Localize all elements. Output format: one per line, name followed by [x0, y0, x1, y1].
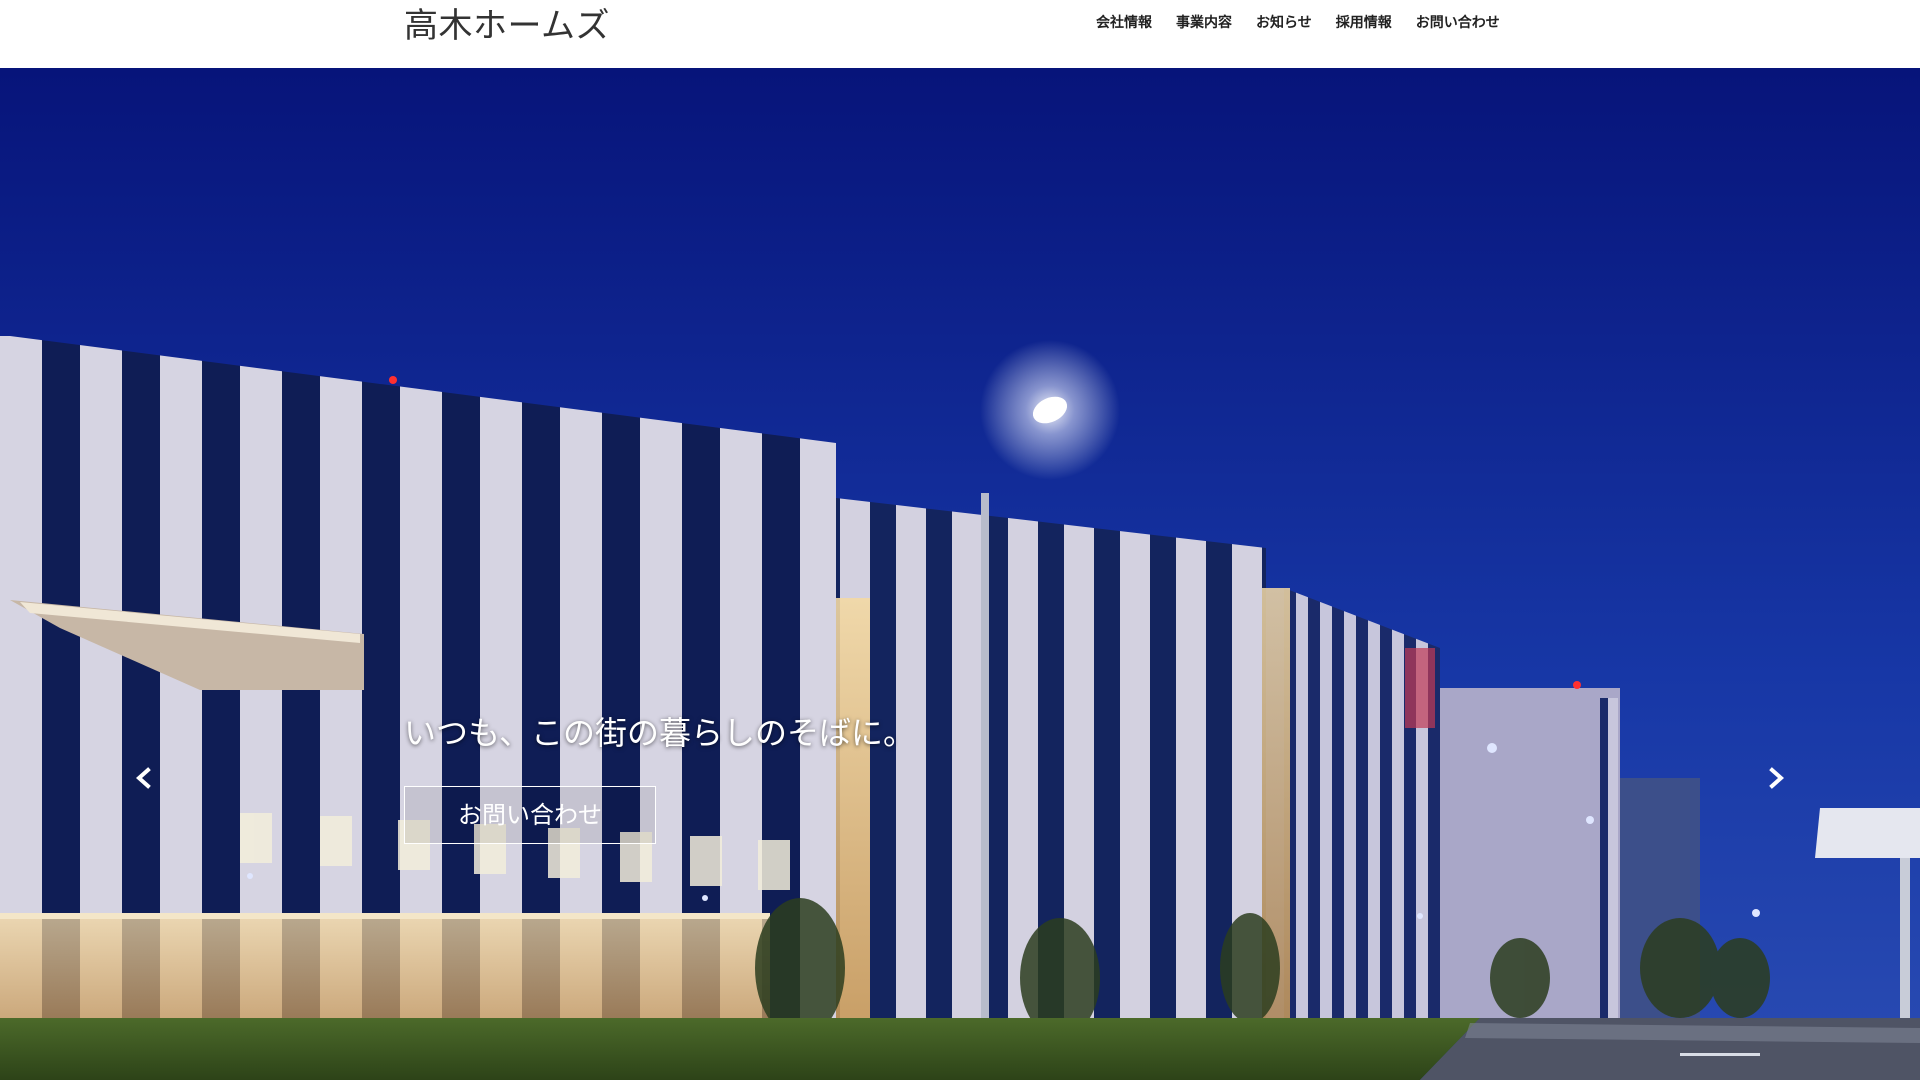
- hero-headline: いつも、この街の暮らしのそばに。: [404, 714, 916, 752]
- chevron-right-icon: [1769, 767, 1785, 789]
- hero-caption: いつも、この街の暮らしのそばに。 お問い合わせ: [404, 708, 915, 844]
- nav-item-company[interactable]: 会社情報: [1096, 12, 1152, 32]
- nav-item-news[interactable]: お知らせ: [1256, 12, 1312, 32]
- nav-item-contact[interactable]: お問い合わせ: [1416, 12, 1500, 32]
- nav-item-recruit[interactable]: 採用情報: [1336, 12, 1392, 32]
- nav-item-business[interactable]: 事業内容: [1176, 12, 1232, 32]
- site-logo[interactable]: 高木ホームズ: [404, 0, 610, 47]
- chevron-left-icon: [135, 767, 151, 789]
- hero-background-image: [0, 68, 1920, 1080]
- hero-slider: いつも、この街の暮らしのそばに。 お問い合わせ: [0, 68, 1920, 1080]
- carousel-next-button[interactable]: [1756, 758, 1796, 798]
- contact-cta-button[interactable]: お問い合わせ: [404, 786, 656, 844]
- main-nav: 会社情報 事業内容 お知らせ 採用情報 お問い合わせ: [1096, 12, 1500, 32]
- site-header: 高木ホームズ 会社情報 事業内容 お知らせ 採用情報 お問い合わせ: [0, 0, 1920, 68]
- carousel-prev-button[interactable]: [124, 758, 164, 798]
